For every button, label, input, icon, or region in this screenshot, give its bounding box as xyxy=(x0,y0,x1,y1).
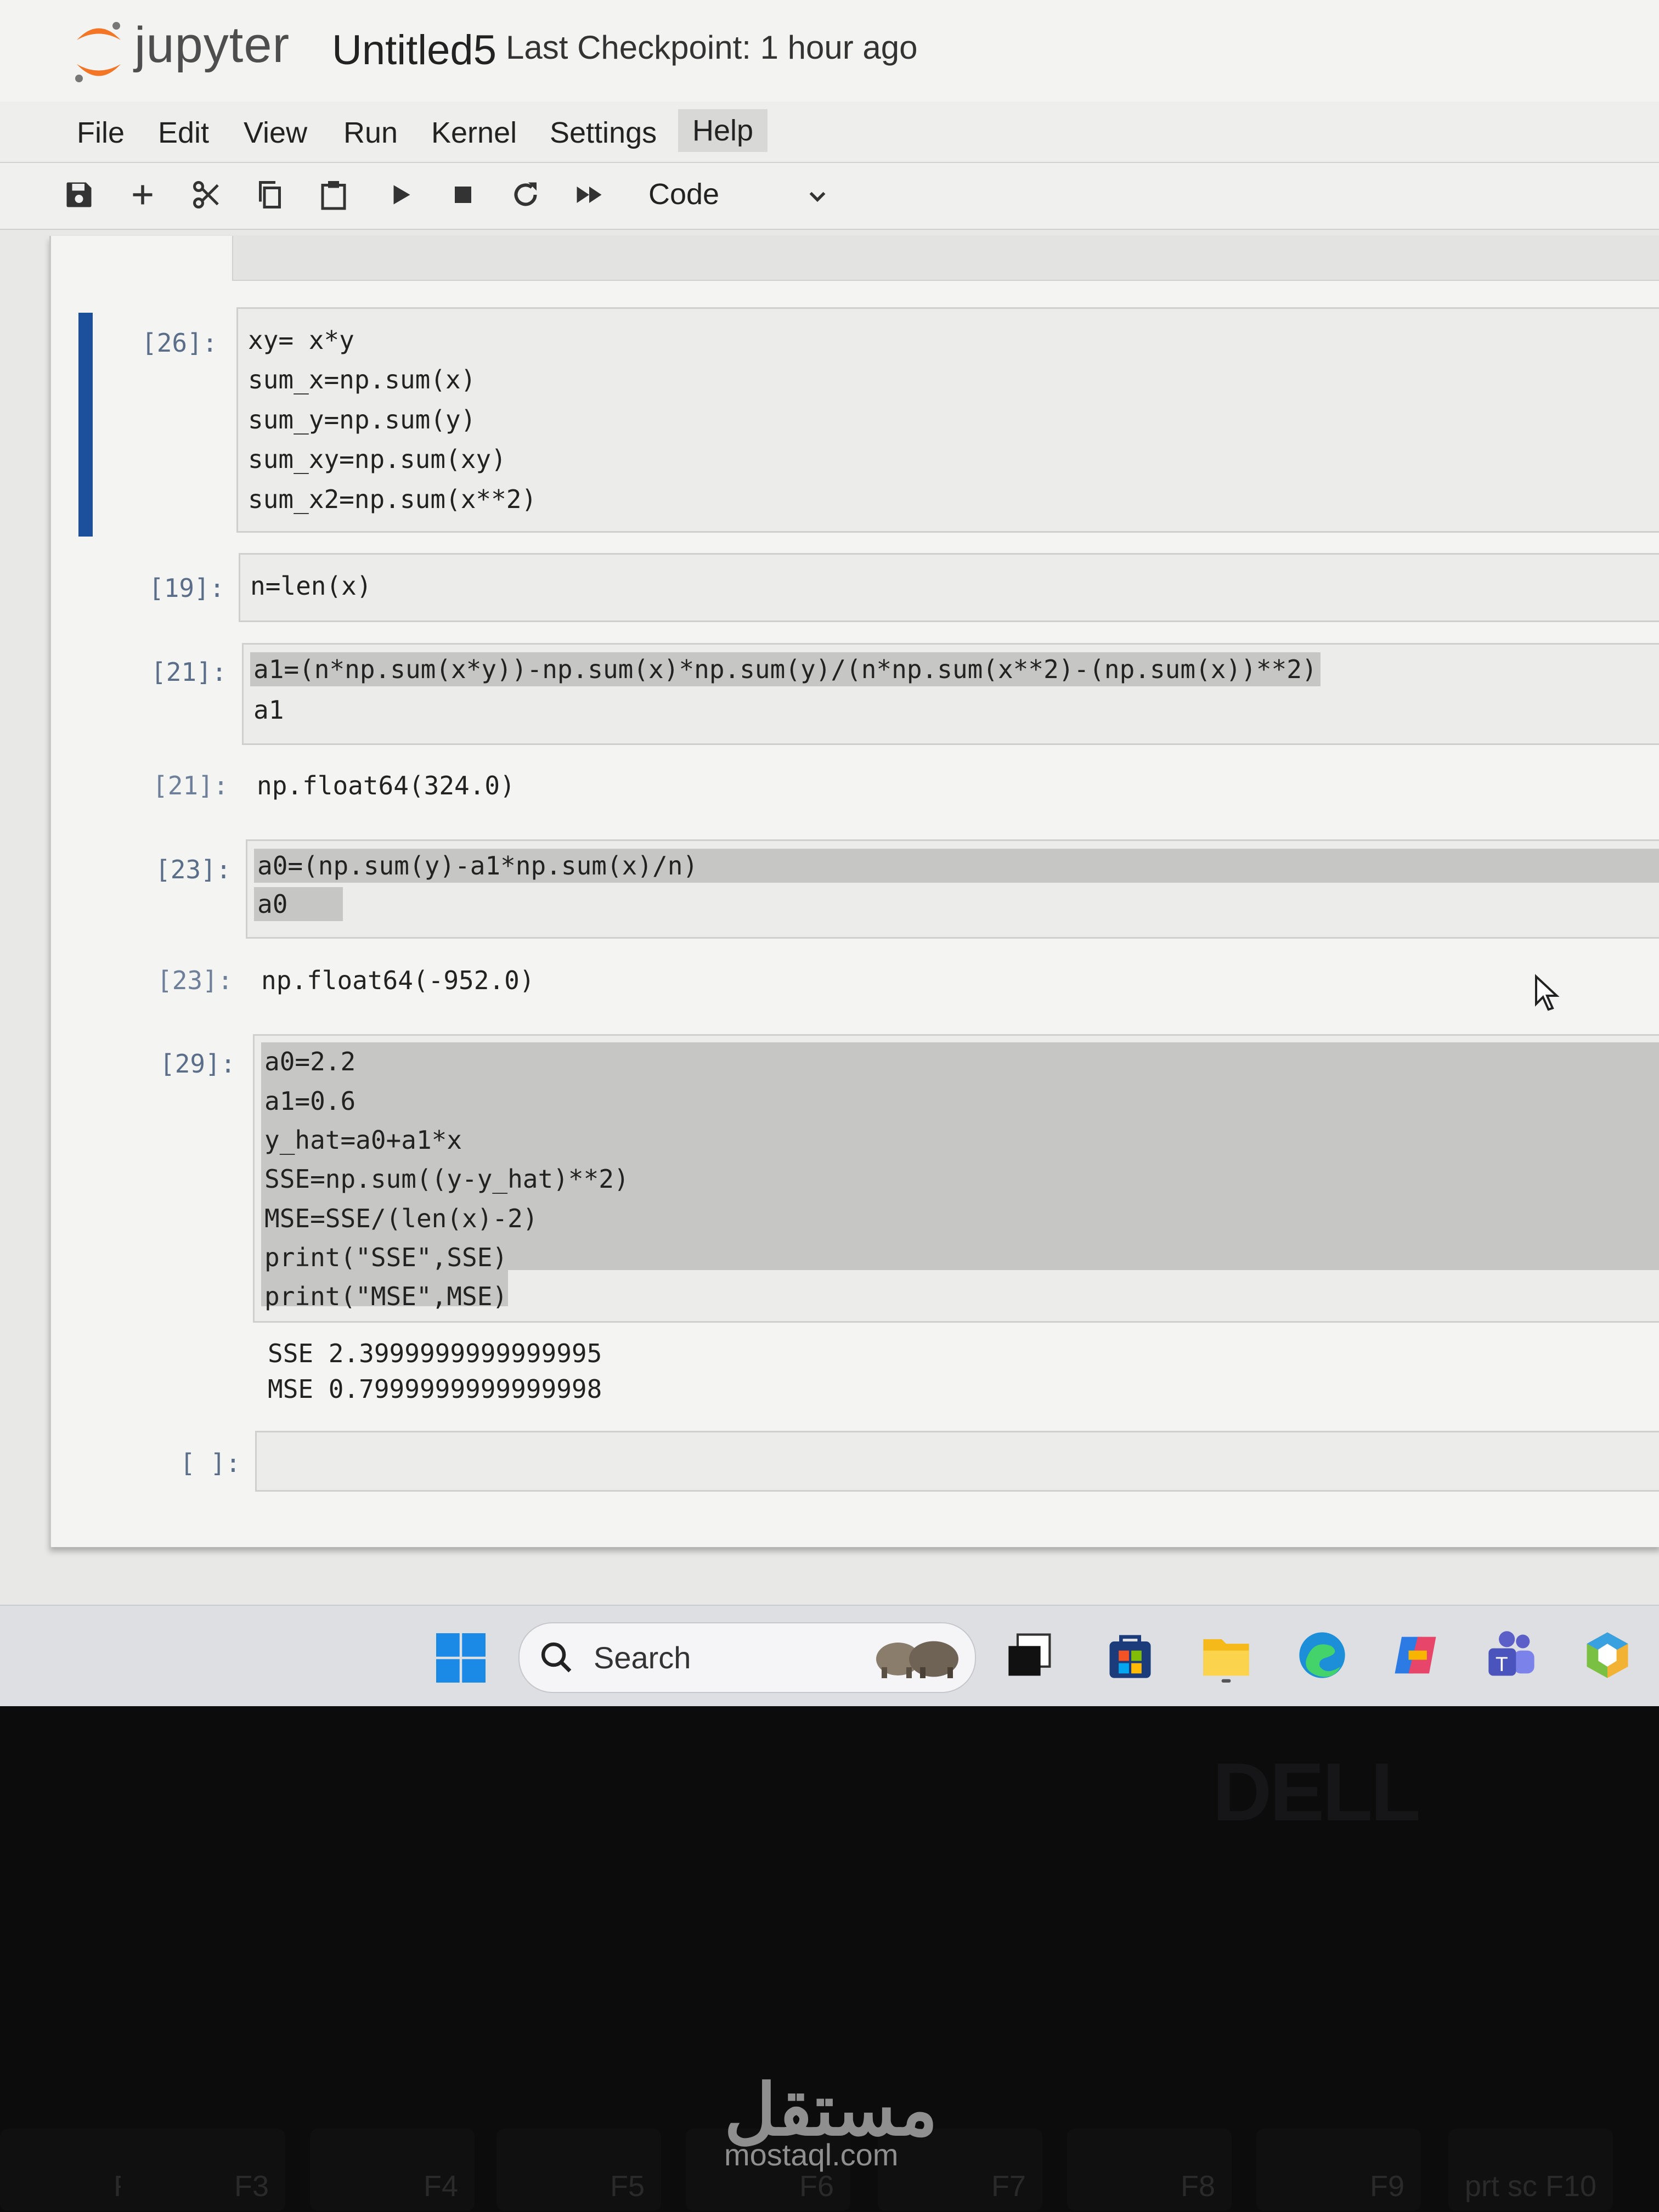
jupyter-logo-icon xyxy=(75,22,121,82)
laptop-screen: jupyter Untitled5 Last Checkpoint: 1 hou… xyxy=(0,0,1659,1706)
keyboard-key: F9 xyxy=(1256,2129,1421,2211)
menu-settings[interactable]: Settings xyxy=(550,116,657,150)
copilot-icon[interactable] xyxy=(1388,1628,1443,1683)
menu-file[interactable]: File xyxy=(77,116,125,150)
checkpoint-status: Last Checkpoint: 1 hour ago xyxy=(506,29,918,66)
output-prompt: [21]: xyxy=(153,771,229,800)
previous-cell-partial[interactable] xyxy=(232,236,1659,281)
code-line: sum_x=np.sum(x) xyxy=(248,365,476,394)
code-line: a1=(n*np.sum(x*y))-np.sum(x)*np.sum(y)/(… xyxy=(250,652,1321,686)
output-prompt: [23]: xyxy=(157,966,233,995)
paste-icon[interactable] xyxy=(316,177,351,212)
active-cell-indicator xyxy=(78,313,93,537)
cell-output: np.float64(324.0) xyxy=(257,771,515,800)
store-icon[interactable] xyxy=(1103,1628,1158,1683)
code-cell-input[interactable]: a0=2.2 a1=0.6 y_hat=a0+a1*x SSE=np.sum((… xyxy=(253,1034,1659,1323)
menu-help[interactable]: Help xyxy=(678,109,768,152)
windows-start-icon[interactable] xyxy=(436,1633,486,1683)
taskbar-search[interactable]: Search xyxy=(518,1622,976,1693)
run-icon[interactable] xyxy=(383,177,418,212)
chevron-down-icon[interactable] xyxy=(804,183,831,210)
copy-icon[interactable] xyxy=(252,177,287,212)
cell-output: np.float64(-952.0) xyxy=(261,966,535,995)
stop-icon[interactable] xyxy=(445,177,481,212)
code-line: a0=2.2 xyxy=(264,1047,356,1076)
cell-prompt: [29]: xyxy=(160,1049,236,1079)
keyboard-key: F3 xyxy=(121,2129,285,2211)
cell-prompt: [23]: xyxy=(155,855,232,884)
cell-prompt: [21]: xyxy=(151,657,227,687)
code-line: sum_y=np.sum(y) xyxy=(248,405,476,435)
cell-prompt: [26]: xyxy=(142,328,218,358)
stdout-line: SSE 2.3999999999999995 xyxy=(268,1339,602,1368)
code-line: y_hat=a0+a1*x xyxy=(264,1125,462,1155)
menu-kernel[interactable]: Kernel xyxy=(431,116,517,150)
code-line: MSE=SSE/(len(x)-2) xyxy=(264,1204,538,1233)
empty-code-cell[interactable] xyxy=(255,1431,1659,1492)
code-line: sum_xy=np.sum(xy) xyxy=(248,444,506,474)
task-view-icon[interactable] xyxy=(1004,1628,1059,1683)
code-line: n=len(x) xyxy=(250,571,372,601)
search-icon xyxy=(541,1642,572,1673)
stdout-line: MSE 0.7999999999999998 xyxy=(268,1374,602,1404)
menu-bar: File Edit View Run Kernel Settings Help xyxy=(0,101,1659,163)
cell-prompt: [19]: xyxy=(149,573,225,603)
code-line: print("SSE",SSE) xyxy=(264,1243,508,1272)
search-placeholder: Search xyxy=(594,1640,691,1675)
teams-icon[interactable]: T xyxy=(1484,1628,1539,1683)
jupyter-header: jupyter Untitled5 Last Checkpoint: 1 hou… xyxy=(0,0,1659,103)
cut-icon[interactable] xyxy=(189,177,224,212)
dell-logo: DELL xyxy=(1212,1746,1421,1838)
code-line: a1=0.6 xyxy=(264,1086,356,1116)
watermark-latin: mostaql.com xyxy=(724,2137,899,2172)
code-line: a1 xyxy=(253,695,284,725)
code-line: sum_x2=np.sum(x**2) xyxy=(248,484,537,514)
keyboard-key: prt sc F10 xyxy=(1448,2129,1613,2211)
keyboard-key: F5 xyxy=(496,2129,661,2211)
notebook-panel: [26]: xy= x*y sum_x=np.sum(x) sum_y=np.s… xyxy=(49,236,1659,1547)
add-icon[interactable] xyxy=(125,177,160,212)
cell-type-select[interactable]: Code xyxy=(648,177,719,211)
windows-taskbar: Search T xyxy=(0,1605,1659,1706)
file-explorer-icon[interactable] xyxy=(1199,1628,1254,1683)
restart-icon[interactable] xyxy=(508,177,543,212)
svg-text:T: T xyxy=(1496,1652,1508,1675)
menu-run[interactable]: Run xyxy=(343,116,398,150)
keyboard-key: F4 xyxy=(310,2129,475,2211)
menu-view[interactable]: View xyxy=(244,116,307,150)
cell-prompt: [ ]: xyxy=(180,1448,241,1478)
mouse-pointer-icon xyxy=(1535,974,1560,1011)
selection-highlight xyxy=(261,1042,1659,1270)
code-cell-input[interactable]: a0=(np.sum(y)-a1*np.sum(x)/n) a0 xyxy=(246,839,1659,939)
jupyter-brand: jupyter xyxy=(134,17,290,73)
code-line: xy= x*y xyxy=(248,325,354,355)
save-icon[interactable] xyxy=(61,177,97,212)
run-all-icon[interactable] xyxy=(572,177,607,212)
notebook-toolbar: Code xyxy=(0,163,1659,230)
code-line: a0 xyxy=(254,887,343,921)
code-cell-input[interactable]: n=len(x) xyxy=(239,553,1659,622)
code-line: SSE=np.sum((y-y_hat)**2) xyxy=(264,1164,629,1194)
keyboard-key: F8 xyxy=(1067,2129,1232,2211)
app-cube-icon[interactable] xyxy=(1580,1628,1635,1683)
notebook-name[interactable]: Untitled5 xyxy=(332,26,496,74)
menu-edit[interactable]: Edit xyxy=(158,116,209,150)
code-line: print("MSE",MSE) xyxy=(264,1282,508,1311)
code-cell-input[interactable]: a1=(n*np.sum(x*y))-np.sum(x)*np.sum(y)/(… xyxy=(242,643,1659,745)
code-line: a0=(np.sum(y)-a1*np.sum(x)/n) xyxy=(254,849,1659,883)
edge-icon[interactable] xyxy=(1295,1628,1350,1683)
elephants-highlight-icon xyxy=(876,1641,958,1678)
code-cell-input[interactable]: xy= x*y sum_x=np.sum(x) sum_y=np.sum(y) … xyxy=(236,307,1659,533)
